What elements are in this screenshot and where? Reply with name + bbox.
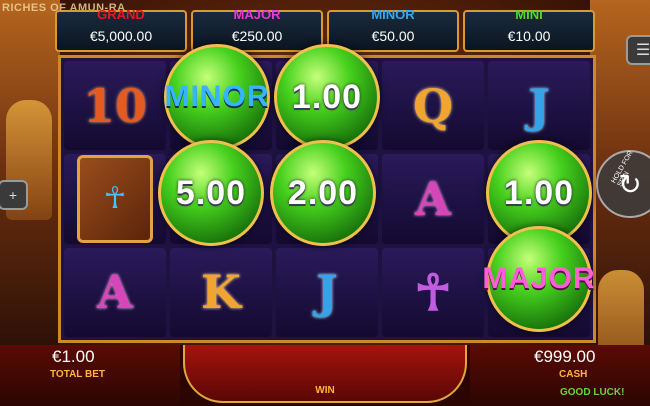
jackpot-major-value: €250.00 [231, 28, 283, 44]
jackpot-grand-value: €5,000.00 [89, 28, 153, 44]
status-message: GOOD LUCK! [560, 387, 625, 398]
reel-cell: K [170, 247, 272, 337]
orb-value: MAJOR [482, 262, 596, 295]
reel-cell: A [382, 154, 484, 244]
reel-cell: ☥ [382, 247, 484, 337]
symbol-queen: Q [412, 78, 454, 133]
plus-icon[interactable]: + [0, 180, 28, 210]
orb-value: 1.00 [503, 173, 575, 212]
jackpot-mini: MINI €10.00 [463, 7, 595, 52]
orb-value: 2.00 [287, 173, 359, 212]
total-bet-panel[interactable]: €1.00 TOTAL BET [0, 345, 180, 406]
cash-label: CASH [559, 369, 588, 380]
symbol-ten: 10 [82, 78, 147, 133]
orb-value: 1.00 [291, 77, 363, 116]
jackpot-minor-value: €50.00 [371, 28, 415, 44]
total-bet-label: TOTAL BET [50, 369, 105, 380]
orb-value: 5.00 [175, 173, 247, 212]
total-bet-value: €1.00 [52, 347, 95, 366]
left-temple-pillar [0, 0, 60, 345]
jackpot-mini-value: €10.00 [507, 28, 551, 44]
orb-cash-value: 2.00 [270, 140, 376, 246]
symbol-jack: J [528, 78, 550, 133]
win-panel: WIN [183, 345, 467, 403]
jackpot-major-label: MAJOR [233, 7, 281, 22]
symbol-king: K [201, 265, 241, 320]
cash-value: €999.00 [534, 347, 596, 366]
reel-cell: A [64, 247, 166, 337]
hamburger-menu-icon[interactable]: ☰ [626, 35, 650, 65]
reel-cell: Q [382, 61, 484, 151]
book-scatter-icon: ☥ [77, 154, 153, 243]
reel-cell: ☥ [64, 154, 166, 244]
reel-cell: J [276, 247, 378, 337]
orb-value: MINOR [164, 80, 270, 113]
symbol-ace: A [415, 171, 451, 226]
jackpot-minor-label: MINOR [371, 7, 415, 22]
orb-cash-value: 1.00 [274, 44, 380, 150]
jackpot-grand: GRAND €5,000.00 [55, 7, 187, 52]
jackpot-grand-label: GRAND [97, 7, 145, 22]
reel-cell: J [488, 61, 590, 151]
orb-major-jackpot: MAJOR [482, 226, 595, 332]
symbol-ace: A [97, 265, 133, 320]
reel-cell: 10 [64, 61, 166, 151]
orb-cash-value: 5.00 [158, 140, 264, 246]
ankh-icon: ☥ [414, 262, 452, 322]
win-label: WIN [315, 385, 335, 396]
symbol-jack: J [316, 265, 338, 320]
orb-minor-jackpot: MINOR [164, 44, 270, 150]
bottom-bar: €1.00 TOTAL BET WIN €999.00 CASH [0, 345, 650, 406]
jackpot-mini-label: MINI [515, 7, 543, 22]
jackpot-minor: MINOR €50.00 [327, 7, 459, 52]
